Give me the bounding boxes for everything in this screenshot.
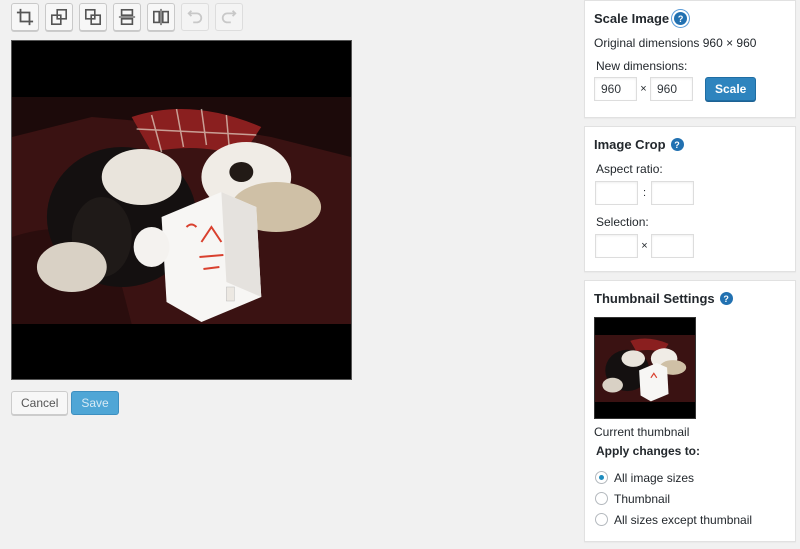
option-label: Thumbnail [614,491,671,506]
redo-icon [221,10,237,24]
scale-image-heading: Scale Image ? [594,11,786,26]
apply-changes-label: Apply changes to: [596,444,701,458]
image-edit-toolbar [11,3,243,31]
option-all-except-thumbnail[interactable]: All sizes except thumbnail [595,509,786,530]
aspect-separator: : [642,187,647,199]
image-preview-canvas[interactable] [11,40,352,380]
aspect-height-input[interactable] [651,181,694,205]
selection-width-input[interactable] [595,234,638,258]
rotate-left-button[interactable] [45,3,73,31]
flip-vertical-icon [118,8,136,26]
scale-width-input[interactable] [594,77,637,101]
option-thumbnail[interactable]: Thumbnail [595,488,786,509]
radio-all-except-thumbnail[interactable] [595,513,608,526]
original-dimensions-text: Original dimensions 960 × 960 [594,36,757,50]
image-crop-heading: Image Crop ? [594,137,786,152]
scale-image-panel: Scale Image ? Original dimensions 960 × … [584,0,796,118]
current-thumbnail-caption: Current thumbnail [594,425,690,439]
crop-icon [16,8,34,26]
radio-all-image-sizes[interactable] [595,471,608,484]
scale-times-separator: × [640,83,647,95]
undo-icon [187,10,203,24]
cancel-button[interactable]: Cancel [11,391,69,415]
image-crop-panel: Image Crop ? Aspect ratio: : Selection: … [584,126,796,272]
selection-separator: × [641,240,648,252]
flip-vertical-button[interactable] [113,3,141,31]
aspect-ratio-label: Aspect ratio: [596,162,663,176]
apply-changes-options: All image sizes Thumbnail All sizes exce… [594,467,786,530]
thumbnail-settings-panel: Thumbnail Settings ? Current thumbnail A… [584,280,796,542]
selection-height-input[interactable] [651,234,694,258]
thumbnail-settings-title: Thumbnail Settings [594,291,715,306]
redo-button[interactable] [215,3,243,31]
crop-help-icon[interactable]: ? [670,138,684,151]
aspect-width-input[interactable] [595,181,638,205]
radio-thumbnail[interactable] [595,492,608,505]
rotate-right-icon [84,8,102,26]
edit-actions: Cancel Save [11,391,119,415]
rotate-left-icon [50,8,68,26]
new-dimensions-label: New dimensions: [596,59,688,73]
option-label: All sizes except thumbnail [614,512,753,527]
scale-image-title: Scale Image [594,11,670,26]
flip-horizontal-button[interactable] [147,3,175,31]
flip-horizontal-icon [152,8,170,26]
option-all-image-sizes[interactable]: All image sizes [595,467,786,488]
undo-button[interactable] [181,3,209,31]
scale-height-input[interactable] [650,77,693,101]
scale-button[interactable]: Scale [705,77,757,101]
current-thumbnail-image [594,317,696,419]
rotate-right-button[interactable] [79,3,107,31]
crop-button[interactable] [11,3,39,31]
image-crop-title: Image Crop [594,137,666,152]
dog-photo [12,97,351,324]
option-label: All image sizes [614,470,695,485]
scale-help-icon[interactable]: ? [674,12,688,25]
thumbnail-settings-heading: Thumbnail Settings ? [594,291,786,306]
selection-label: Selection: [596,215,649,229]
save-button[interactable]: Save [71,391,119,415]
thumbnail-help-icon[interactable]: ? [719,292,733,305]
